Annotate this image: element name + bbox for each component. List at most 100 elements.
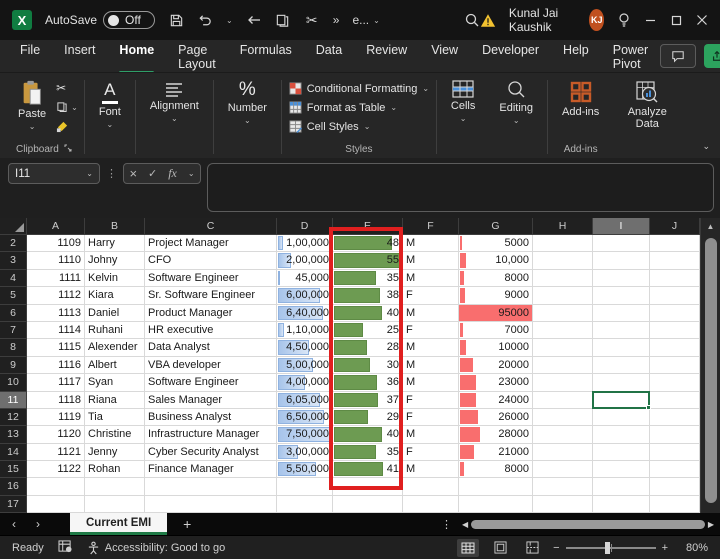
addins-button[interactable]: Add-ins — [554, 77, 607, 121]
cell-J16[interactable] — [650, 478, 700, 496]
selected-cell[interactable] — [592, 391, 651, 410]
cell-J12[interactable] — [650, 408, 700, 427]
undo-icon[interactable] — [197, 12, 213, 28]
comments-button[interactable] — [660, 44, 697, 68]
cell-F14[interactable]: F — [403, 443, 459, 462]
cell-G7[interactable]: 7000 — [459, 321, 533, 340]
cell-G6[interactable]: 95000 — [459, 304, 533, 322]
warning-icon[interactable] — [480, 12, 496, 28]
column-header-F[interactable]: F — [403, 218, 459, 235]
cell-H7[interactable] — [533, 321, 593, 340]
cell-I7[interactable] — [593, 321, 650, 340]
cell-J15[interactable] — [650, 461, 700, 479]
editing-button[interactable]: Editing ⌄ — [491, 77, 541, 128]
vertical-scroll-thumb[interactable] — [704, 238, 717, 503]
close-button[interactable] — [696, 14, 709, 26]
copy-button[interactable]: ⌄ — [56, 100, 78, 114]
fx-dropdown-icon[interactable]: ⌄ — [188, 169, 195, 178]
cell-H3[interactable] — [533, 252, 593, 270]
cell-J10[interactable] — [650, 374, 700, 392]
cell-H8[interactable] — [533, 339, 593, 357]
cell-E11[interactable]: 37 — [333, 391, 403, 409]
row-header-16[interactable]: 16 — [0, 478, 27, 496]
cell-H17[interactable] — [533, 495, 593, 513]
lightbulb-icon[interactable] — [617, 12, 631, 28]
row-header-9[interactable]: 9 — [0, 356, 27, 375]
cell-A5[interactable]: 1112 — [27, 287, 85, 305]
cell-F7[interactable]: F — [403, 321, 459, 340]
cell-B10[interactable]: Syan — [85, 374, 145, 392]
cell-D13[interactable]: 7,50,000 — [277, 426, 333, 444]
ribbon-tab-formulas[interactable]: Formulas — [228, 37, 304, 76]
cell-J6[interactable] — [650, 304, 700, 322]
cell-B13[interactable]: Christine — [85, 426, 145, 444]
cell-A3[interactable]: 1110 — [27, 252, 85, 270]
cell-B8[interactable]: Alexender — [85, 339, 145, 357]
column-header-D[interactable]: D — [277, 218, 333, 235]
insert-function-button[interactable]: fx — [168, 166, 177, 181]
cell-A16[interactable] — [27, 478, 85, 496]
zoom-out-button[interactable]: − — [553, 542, 559, 554]
cell-C2[interactable]: Project Manager — [145, 235, 277, 253]
cell-I6[interactable] — [593, 304, 650, 322]
cell-H13[interactable] — [533, 426, 593, 444]
ribbon-tab-developer[interactable]: Developer — [470, 37, 551, 76]
ribbon-tab-help[interactable]: Help — [551, 37, 601, 76]
cell-C6[interactable]: Product Manager — [145, 304, 277, 322]
ribbon-tab-data[interactable]: Data — [304, 37, 354, 76]
column-header-A[interactable]: A — [27, 218, 85, 235]
cut-icon[interactable]: ✂ — [304, 12, 320, 28]
cell-B3[interactable]: Johny — [85, 252, 145, 270]
column-header-H[interactable]: H — [533, 218, 593, 235]
cell-G17[interactable] — [459, 495, 533, 513]
cell-J9[interactable] — [650, 356, 700, 375]
cell-I10[interactable] — [593, 374, 650, 392]
cell-E6[interactable]: 40 — [333, 304, 403, 322]
cell-J3[interactable] — [650, 252, 700, 270]
alignment-dropdown-icon[interactable]: ⌄ — [171, 114, 178, 123]
cell-I15[interactable] — [593, 461, 650, 479]
cell-A4[interactable]: 1111 — [27, 269, 85, 288]
redo-arrow-icon[interactable] — [246, 12, 262, 28]
cell-A13[interactable]: 1120 — [27, 426, 85, 444]
cell-G11[interactable]: 24000 — [459, 391, 533, 409]
paste-button[interactable]: Paste ⌄ — [10, 77, 54, 134]
cell-H12[interactable] — [533, 408, 593, 427]
cell-I5[interactable] — [593, 287, 650, 305]
cell-E2[interactable]: 48 — [333, 235, 403, 253]
cell-C8[interactable]: Data Analyst — [145, 339, 277, 357]
search-icon[interactable] — [464, 12, 480, 28]
column-header-I[interactable]: I — [593, 218, 650, 235]
cell-G5[interactable]: 9000 — [459, 287, 533, 305]
row-header-13[interactable]: 13 — [0, 426, 27, 444]
cell-E10[interactable]: 36 — [333, 374, 403, 392]
format-painter-button[interactable] — [56, 119, 78, 133]
cell-C10[interactable]: Software Engineer — [145, 374, 277, 392]
ribbon-tab-insert[interactable]: Insert — [52, 37, 107, 76]
cell-B6[interactable]: Daniel — [85, 304, 145, 322]
sheet-next-icon[interactable]: › — [28, 513, 48, 535]
row-header-5[interactable]: 5 — [0, 287, 27, 305]
cell-J4[interactable] — [650, 269, 700, 288]
normal-view-button[interactable] — [457, 538, 480, 557]
row-header-11[interactable]: 11 — [0, 391, 27, 409]
row-header-12[interactable]: 12 — [0, 408, 27, 427]
cut-button[interactable]: ✂ — [56, 81, 78, 95]
cell-C12[interactable]: Business Analyst — [145, 408, 277, 427]
cell-G15[interactable]: 8000 — [459, 461, 533, 479]
cell-B4[interactable]: Kelvin — [85, 269, 145, 288]
row-header-14[interactable]: 14 — [0, 443, 27, 462]
cell-D9[interactable]: 5,00,000 — [277, 356, 333, 375]
row-header-10[interactable]: 10 — [0, 374, 27, 392]
cell-F5[interactable]: F — [403, 287, 459, 305]
cell-H2[interactable] — [533, 235, 593, 253]
font-dropdown-icon[interactable]: ⌄ — [107, 120, 114, 129]
minimize-button[interactable] — [644, 15, 657, 26]
cell-A6[interactable]: 1113 — [27, 304, 85, 322]
cell-A10[interactable]: 1117 — [27, 374, 85, 392]
zoom-slider-thumb[interactable] — [605, 541, 611, 554]
cell-A14[interactable]: 1121 — [27, 443, 85, 462]
cell-J14[interactable] — [650, 443, 700, 462]
cell-B12[interactable]: Tia — [85, 408, 145, 427]
cell-A17[interactable] — [27, 495, 85, 513]
